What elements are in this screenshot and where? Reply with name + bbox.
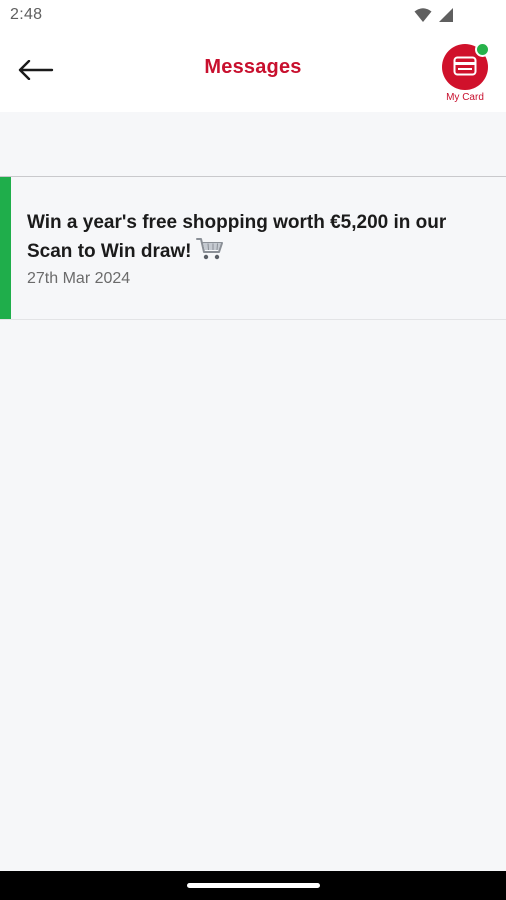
message-date: 27th Mar 2024: [27, 270, 131, 287]
app-bar: Messages My Card: [0, 30, 506, 112]
message-title-block: Win a year's free shopping worth €5,200 …: [27, 209, 492, 266]
status-icons: [414, 7, 454, 23]
message-item[interactable]: Win a year's free shopping worth €5,200 …: [0, 177, 506, 320]
status-time: 2:48: [10, 6, 43, 23]
message-title: Win a year's free shopping worth €5,200 …: [27, 212, 447, 262]
home-indicator[interactable]: [187, 883, 320, 888]
shopping-cart-icon: [195, 238, 223, 260]
signal-icon: [439, 8, 453, 22]
card-icon: [453, 56, 477, 76]
my-card-label: My Card: [446, 92, 484, 103]
status-bar: 2:48: [0, 0, 506, 30]
unread-indicator: [0, 177, 11, 319]
page-title: Messages: [204, 56, 302, 78]
my-card-button[interactable]: My Card: [436, 42, 494, 106]
notification-dot: [475, 42, 490, 57]
navigation-bar: [0, 871, 506, 900]
wifi-icon: [414, 8, 432, 22]
